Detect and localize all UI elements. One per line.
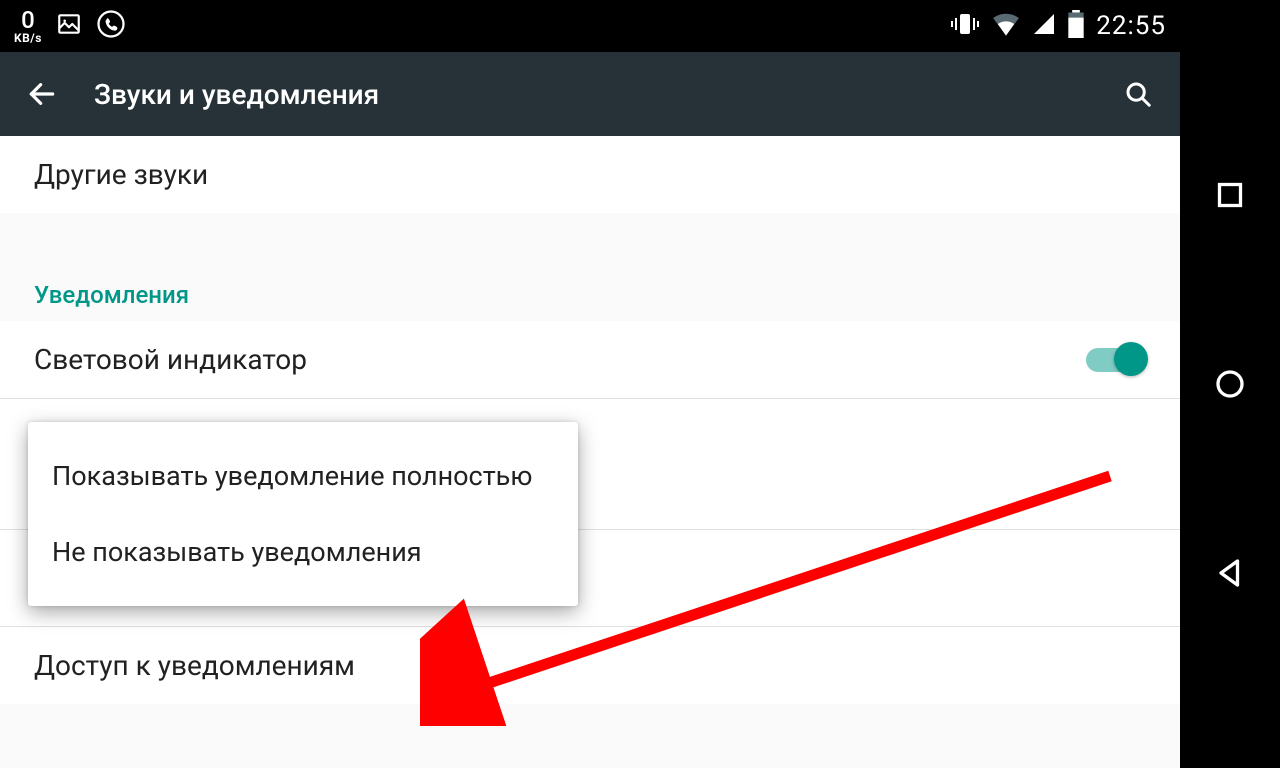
wifi-icon [992, 12, 1020, 41]
led-indicator-toggle[interactable] [1086, 348, 1146, 372]
viber-icon [96, 9, 126, 44]
app-bar: Звуки и уведомления [0, 52, 1180, 136]
lockscreen-notification-popup: Показывать уведомление полностью Не пока… [28, 422, 578, 606]
settings-content: Другие звуки Уведомления Световой индика… [0, 136, 1180, 768]
picture-icon [56, 11, 82, 42]
battery-icon [1068, 10, 1084, 43]
back-button[interactable] [18, 70, 66, 118]
status-bar: 0 KB/s 22:55 [0, 0, 1180, 52]
vibrate-icon [950, 11, 980, 42]
page-title: Звуки и уведомления [94, 78, 379, 111]
clock: 22:55 [1096, 11, 1166, 41]
notifications-section-header: Уведомления [0, 269, 1180, 321]
notification-access-row[interactable]: Доступ к уведомлениям [0, 627, 1180, 704]
nav-home-button[interactable] [1208, 362, 1252, 406]
led-indicator-row[interactable]: Световой индикатор [0, 321, 1180, 398]
cell-signal-icon [1032, 12, 1056, 41]
popup-option-dont-show[interactable]: Не показывать уведомления [28, 514, 578, 590]
network-speed-indicator: 0 KB/s [14, 8, 42, 44]
notification-access-label: Доступ к уведомлениям [34, 649, 355, 682]
led-indicator-label: Световой индикатор [34, 343, 307, 376]
search-button[interactable] [1114, 70, 1162, 118]
android-nav-bar [1180, 0, 1280, 768]
popup-option-show-full[interactable]: Показывать уведомление полностью [28, 438, 578, 514]
other-sounds-row[interactable]: Другие звуки [0, 136, 1180, 213]
nav-recent-button[interactable] [1208, 173, 1252, 217]
nav-back-button[interactable] [1208, 551, 1252, 595]
other-sounds-label: Другие звуки [34, 158, 208, 191]
